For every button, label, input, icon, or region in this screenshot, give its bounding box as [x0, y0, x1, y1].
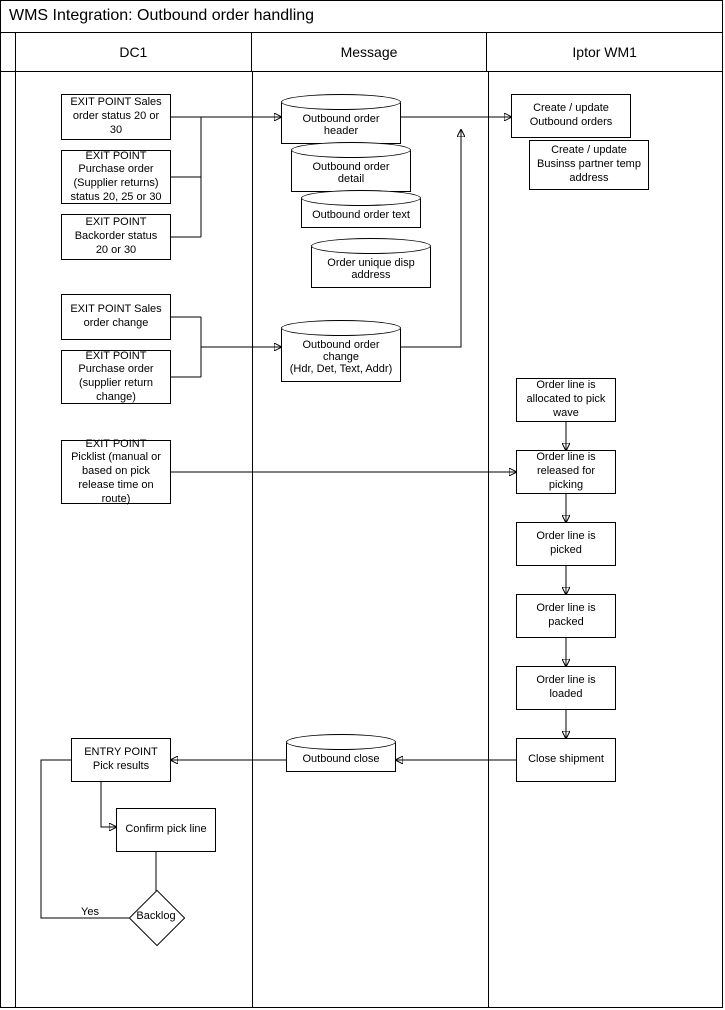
- lane-border-1: [252, 72, 253, 1008]
- exit-picklist: EXIT POINT Picklist (manual or based on …: [61, 440, 171, 504]
- wm1-step-release: Order line is released for picking: [516, 450, 616, 494]
- wm1-create-bp-addr: Create / update Businss partner temp add…: [529, 140, 649, 190]
- lane-border-2: [488, 72, 489, 1008]
- msg-outbound-detail: Outbound order detail: [291, 142, 411, 192]
- wm1-create-orders: Create / update Outbound orders: [511, 94, 631, 138]
- msg-disp-address: Order unique disp address: [311, 238, 431, 288]
- diagram-frame: WMS Integration: Outbound order handling…: [0, 0, 723, 1008]
- entry-pick-results: ENTRY POINT Pick results: [71, 738, 171, 782]
- exit-backorder: EXIT POINT Backorder status 20 or 30: [61, 214, 171, 260]
- backlog-decision: Backlog: [129, 890, 183, 944]
- lane-message-header: Message: [251, 33, 487, 71]
- yes-label: Yes: [81, 906, 99, 918]
- exit-sales-change: EXIT POINT Sales order change: [61, 294, 171, 340]
- exit-sales-order: EXIT POINT Sales order status 20 or 30: [61, 94, 171, 140]
- wm1-step-allocate: Order line is allocated to pick wave: [516, 378, 616, 422]
- msg-outbound-header: Outbound order header: [281, 94, 401, 144]
- lane-headers: DC1 Message Iptor WM1: [1, 33, 722, 72]
- msg-outbound-change: Outbound order change (Hdr, Det, Text, A…: [281, 320, 401, 382]
- msg-outbound-close: Outbound close: [286, 734, 396, 772]
- exit-purchase-order: EXIT POINT Purchase order (Supplier retu…: [61, 150, 171, 204]
- diagram-canvas: Yes EXIT POINT Sales order status 20 or …: [1, 72, 722, 1008]
- lane-left-edge: [15, 72, 16, 1008]
- lane-wm1-header: Iptor WM1: [486, 33, 722, 71]
- wm1-step-loaded: Order line is loaded: [516, 666, 616, 710]
- exit-po-return-change: EXIT POINT Purchase order (supplier retu…: [61, 350, 171, 404]
- wm1-close-shipment: Close shipment: [516, 738, 616, 782]
- msg-outbound-text: Outbound order text: [301, 190, 421, 228]
- confirm-pick-line: Confirm pick line: [116, 808, 216, 852]
- wm1-step-packed: Order line is packed: [516, 594, 616, 638]
- diagram-title: WMS Integration: Outbound order handling: [1, 1, 722, 33]
- lane-dc1-header: DC1: [15, 33, 251, 71]
- wm1-step-picked: Order line is picked: [516, 522, 616, 566]
